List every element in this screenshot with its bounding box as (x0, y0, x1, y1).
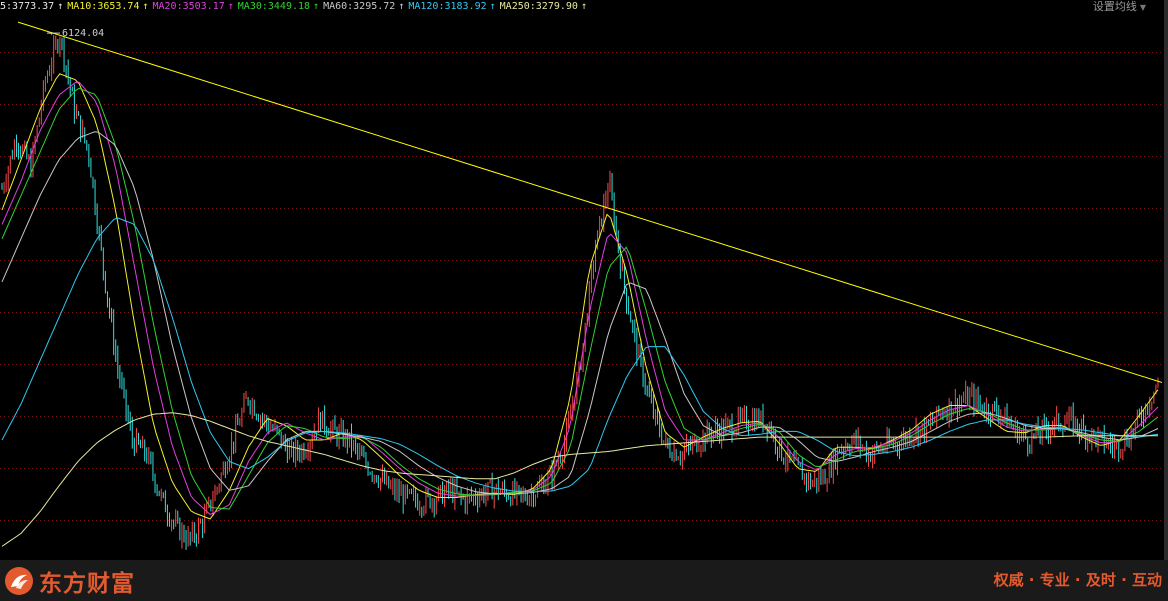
up-arrow-icon: ↑ (489, 1, 496, 12)
legend-value: MA120:3183.92 (408, 1, 487, 12)
peak-label: ← 6124.04 (50, 28, 104, 39)
up-arrow-icon: ↑ (57, 1, 64, 12)
ma-legend: 5:3773.37 ↑ MA10:3653.74 ↑ MA20:3503.17 ↑ MA30… (0, 0, 1168, 14)
legend-item: MA250:3279.90 ↑ (500, 0, 587, 14)
ma-settings-label: 设置均线 (1092, 0, 1137, 13)
brand: 东方财富 (4, 564, 135, 598)
legend-value: MA10:3653.74 (67, 1, 140, 12)
ma-line-ma10 (1, 73, 1159, 520)
legend-item: MA20:3503.17 ↑ (153, 0, 234, 14)
legend-value: MA250:3279.90 (499, 1, 578, 12)
legend-value: 5:3773.37 (0, 1, 55, 12)
eastmoney-logo-icon (5, 567, 33, 595)
legend-item: MA10:3653.74 ↑ (67, 0, 148, 14)
legend-value: MA30:3449.18 (237, 1, 311, 12)
legend-item: MA60:3295.72 ↑ (323, 0, 404, 14)
footer-bar: 东方财富 权威 · 专业 · 及时 · 互动 (0, 560, 1168, 601)
price-chart: ← 6124.04 (0, 21, 1163, 550)
ma-line-ma120 (1, 217, 1159, 493)
ma-line-ma30 (1, 87, 1159, 510)
up-arrow-icon: ↑ (580, 1, 587, 12)
up-arrow-icon: ↑ (313, 1, 320, 12)
legend-item: MA30:3449.18 ↑ (238, 0, 319, 14)
slogan: 权威 · 专业 · 及时 · 互动 (993, 571, 1162, 589)
ma-settings-button[interactable]: 设置均线 ▼ (1093, 0, 1146, 15)
legend-item: 5:3773.37 ↑ (0, 0, 63, 14)
brand-name: 东方财富 (39, 571, 135, 597)
up-arrow-icon: ↑ (398, 1, 405, 12)
up-arrow-icon: ↑ (142, 1, 149, 12)
legend-item: MA120:3183.92 ↑ (408, 0, 495, 14)
trendline (17, 21, 1163, 383)
ma-line-ma20 (1, 81, 1159, 515)
chevron-down-icon: ▼ (1139, 3, 1146, 12)
legend-value: MA20:3503.17 (152, 1, 225, 12)
up-arrow-icon: ↑ (227, 1, 234, 12)
legend-value: MA60:3295.72 (323, 1, 396, 12)
